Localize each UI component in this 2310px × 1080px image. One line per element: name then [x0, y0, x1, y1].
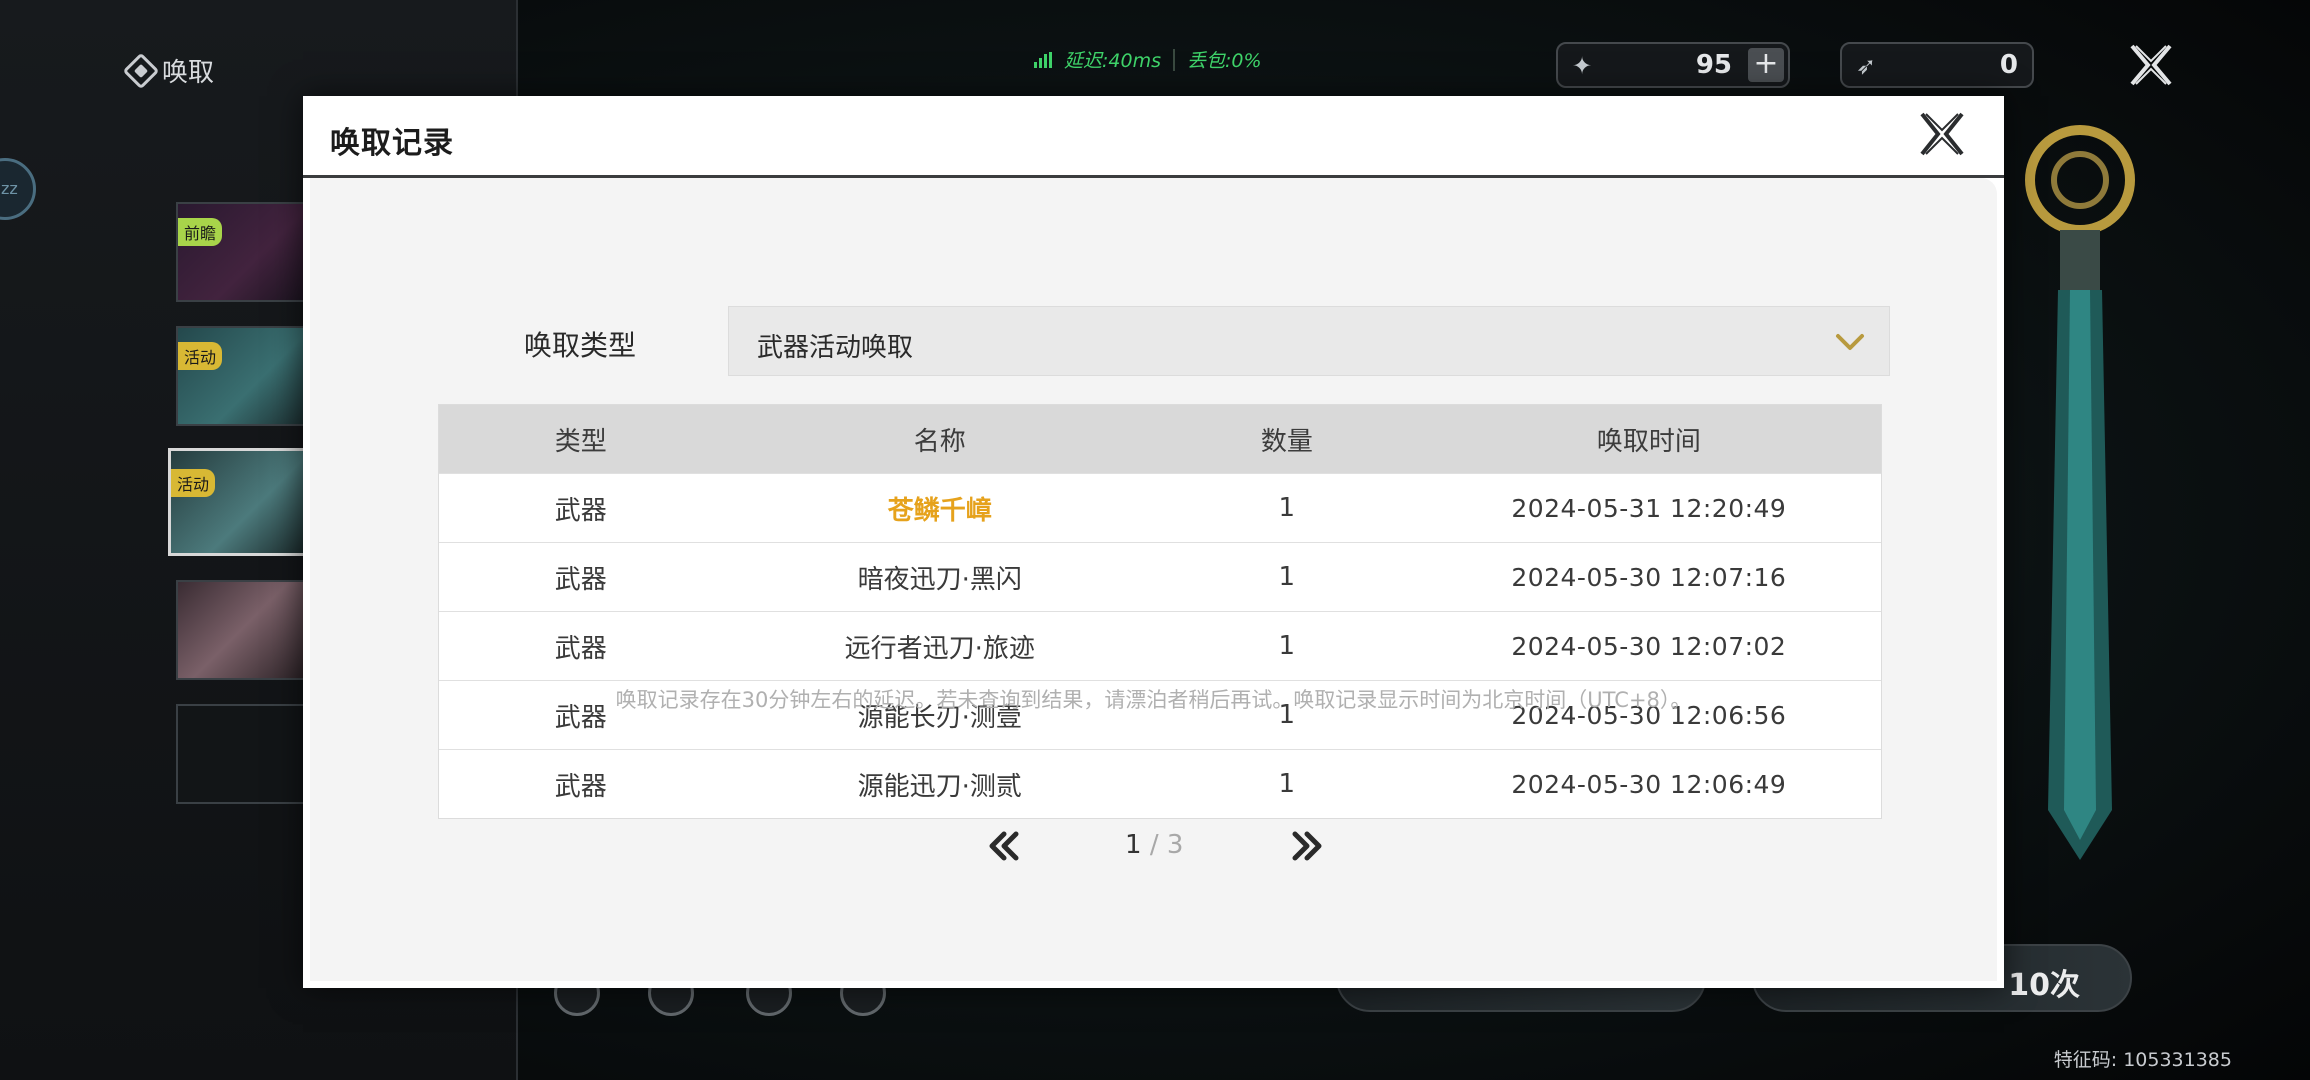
- banner-tag: 活动: [171, 469, 216, 497]
- latency-text: 延迟:40ms: [1064, 50, 1161, 72]
- cell-quantity: 1: [1278, 562, 1296, 592]
- cell-type: 武器: [554, 771, 607, 802]
- star-coin-icon: ✦: [1572, 52, 1593, 80]
- cell-type: 武器: [554, 564, 607, 595]
- page-prev-icon[interactable]: [984, 826, 1024, 866]
- packet-loss-text: 丢包:0%: [1187, 50, 1262, 72]
- close-icon[interactable]: [2126, 40, 2176, 90]
- banner-item[interactable]: 前瞻: [176, 202, 306, 302]
- convene-ten-label: 10次: [2008, 968, 2080, 1003]
- column-header: 唤取时间: [1596, 426, 1701, 457]
- feather-icon: ➶: [1856, 52, 1877, 80]
- weapon-artwork: [2025, 125, 2135, 860]
- column-header: 名称: [913, 426, 966, 457]
- convene-type-dropdown[interactable]: 武器活动唤取: [728, 306, 1890, 376]
- dialog-title: 唤取记录: [330, 126, 454, 161]
- column-header: 类型: [554, 426, 607, 457]
- convene-record-dialog: 唤取记录 唤取类型 武器活动唤取 类型 名称 数量 唤取时间 武器 苍鳞千嶂 1: [303, 96, 2004, 988]
- chevron-down-icon: [1836, 334, 1864, 350]
- signal-icon: [1034, 51, 1052, 68]
- cell-quantity: 1: [1278, 631, 1296, 661]
- cell-time: 2024-05-30 12:07:02: [1511, 631, 1787, 661]
- table-row: 武器 远行者迅刀·旅迹 1 2024-05-30 12:07:02: [439, 611, 1881, 680]
- cell-time: 2024-05-30 12:07:16: [1511, 562, 1787, 592]
- close-icon[interactable]: [1916, 108, 1968, 160]
- currency-value: 95: [1695, 50, 1732, 80]
- status-divider: [1173, 48, 1175, 71]
- table-header: 类型 名称 数量 唤取时间: [439, 405, 1881, 473]
- column-header: 数量: [1260, 426, 1313, 457]
- dialog-header: 唤取记录: [303, 96, 2004, 178]
- table-row: 武器 暗夜迅刀·黑闪 1 2024-05-30 12:07:16: [439, 542, 1881, 611]
- banner-tag: 前瞻: [178, 218, 223, 246]
- cell-name: 苍鳞千嶂: [887, 495, 992, 526]
- cell-time: 2024-05-31 12:20:49: [1511, 493, 1787, 523]
- cell-time: 2024-05-30 12:06:49: [1511, 769, 1787, 799]
- convene-type-label: 唤取类型: [524, 329, 637, 362]
- banner-item[interactable]: [176, 580, 306, 680]
- cell-quantity: 1: [1278, 769, 1296, 799]
- currency-astrite: ✦ 95 +: [1556, 42, 1790, 88]
- side-avatar-button[interactable]: zz: [0, 158, 36, 220]
- cell-name: 暗夜迅刀·黑闪: [857, 564, 1022, 595]
- currency-value: 0: [1999, 50, 2018, 80]
- page-indicator: 1 / 3: [1125, 830, 1183, 860]
- banner-tag: 活动: [178, 342, 223, 370]
- cell-type: 武器: [554, 495, 607, 526]
- network-status: 延迟:40ms 丢包:0%: [1034, 46, 1262, 73]
- sidebar-title-text: 唤取: [162, 58, 215, 88]
- total-pages: / 3: [1149, 830, 1184, 860]
- feature-code: 特征码: 105331385: [2053, 1049, 2232, 1071]
- delay-notice: 唤取记录存在30分钟左右的延迟。若未查询到结果，请漂泊者稍后再试。唤取记录显示时…: [615, 688, 1692, 712]
- pagination: 1 / 3: [303, 826, 2004, 866]
- current-page: 1: [1125, 830, 1142, 860]
- cell-name: 远行者迅刀·旅迹: [844, 633, 1035, 664]
- convene-type-value: 武器活动唤取: [757, 333, 914, 363]
- convene-icon: [122, 52, 160, 89]
- add-currency-button[interactable]: +: [1748, 48, 1784, 82]
- table-row: 武器 源能迅刀·测贰 1 2024-05-30 12:06:49: [439, 749, 1881, 818]
- banner-item[interactable]: [176, 704, 306, 804]
- record-table: 类型 名称 数量 唤取时间 武器 苍鳞千嶂 1 2024-05-31 12:20…: [438, 404, 1882, 819]
- banner-item-selected[interactable]: 活动: [168, 448, 306, 556]
- currency-tide: ➶ 0: [1840, 42, 2034, 88]
- sidebar-title: 唤取: [122, 52, 215, 89]
- page-next-icon[interactable]: [1287, 826, 1327, 866]
- cell-name: 源能迅刀·测贰: [857, 771, 1022, 802]
- cell-type: 武器: [554, 633, 607, 664]
- cell-quantity: 1: [1278, 493, 1296, 523]
- banner-item[interactable]: 活动: [176, 326, 306, 426]
- side-avatar-text: zz: [1, 179, 18, 198]
- table-row: 武器 苍鳞千嶂 1 2024-05-31 12:20:49: [439, 473, 1881, 542]
